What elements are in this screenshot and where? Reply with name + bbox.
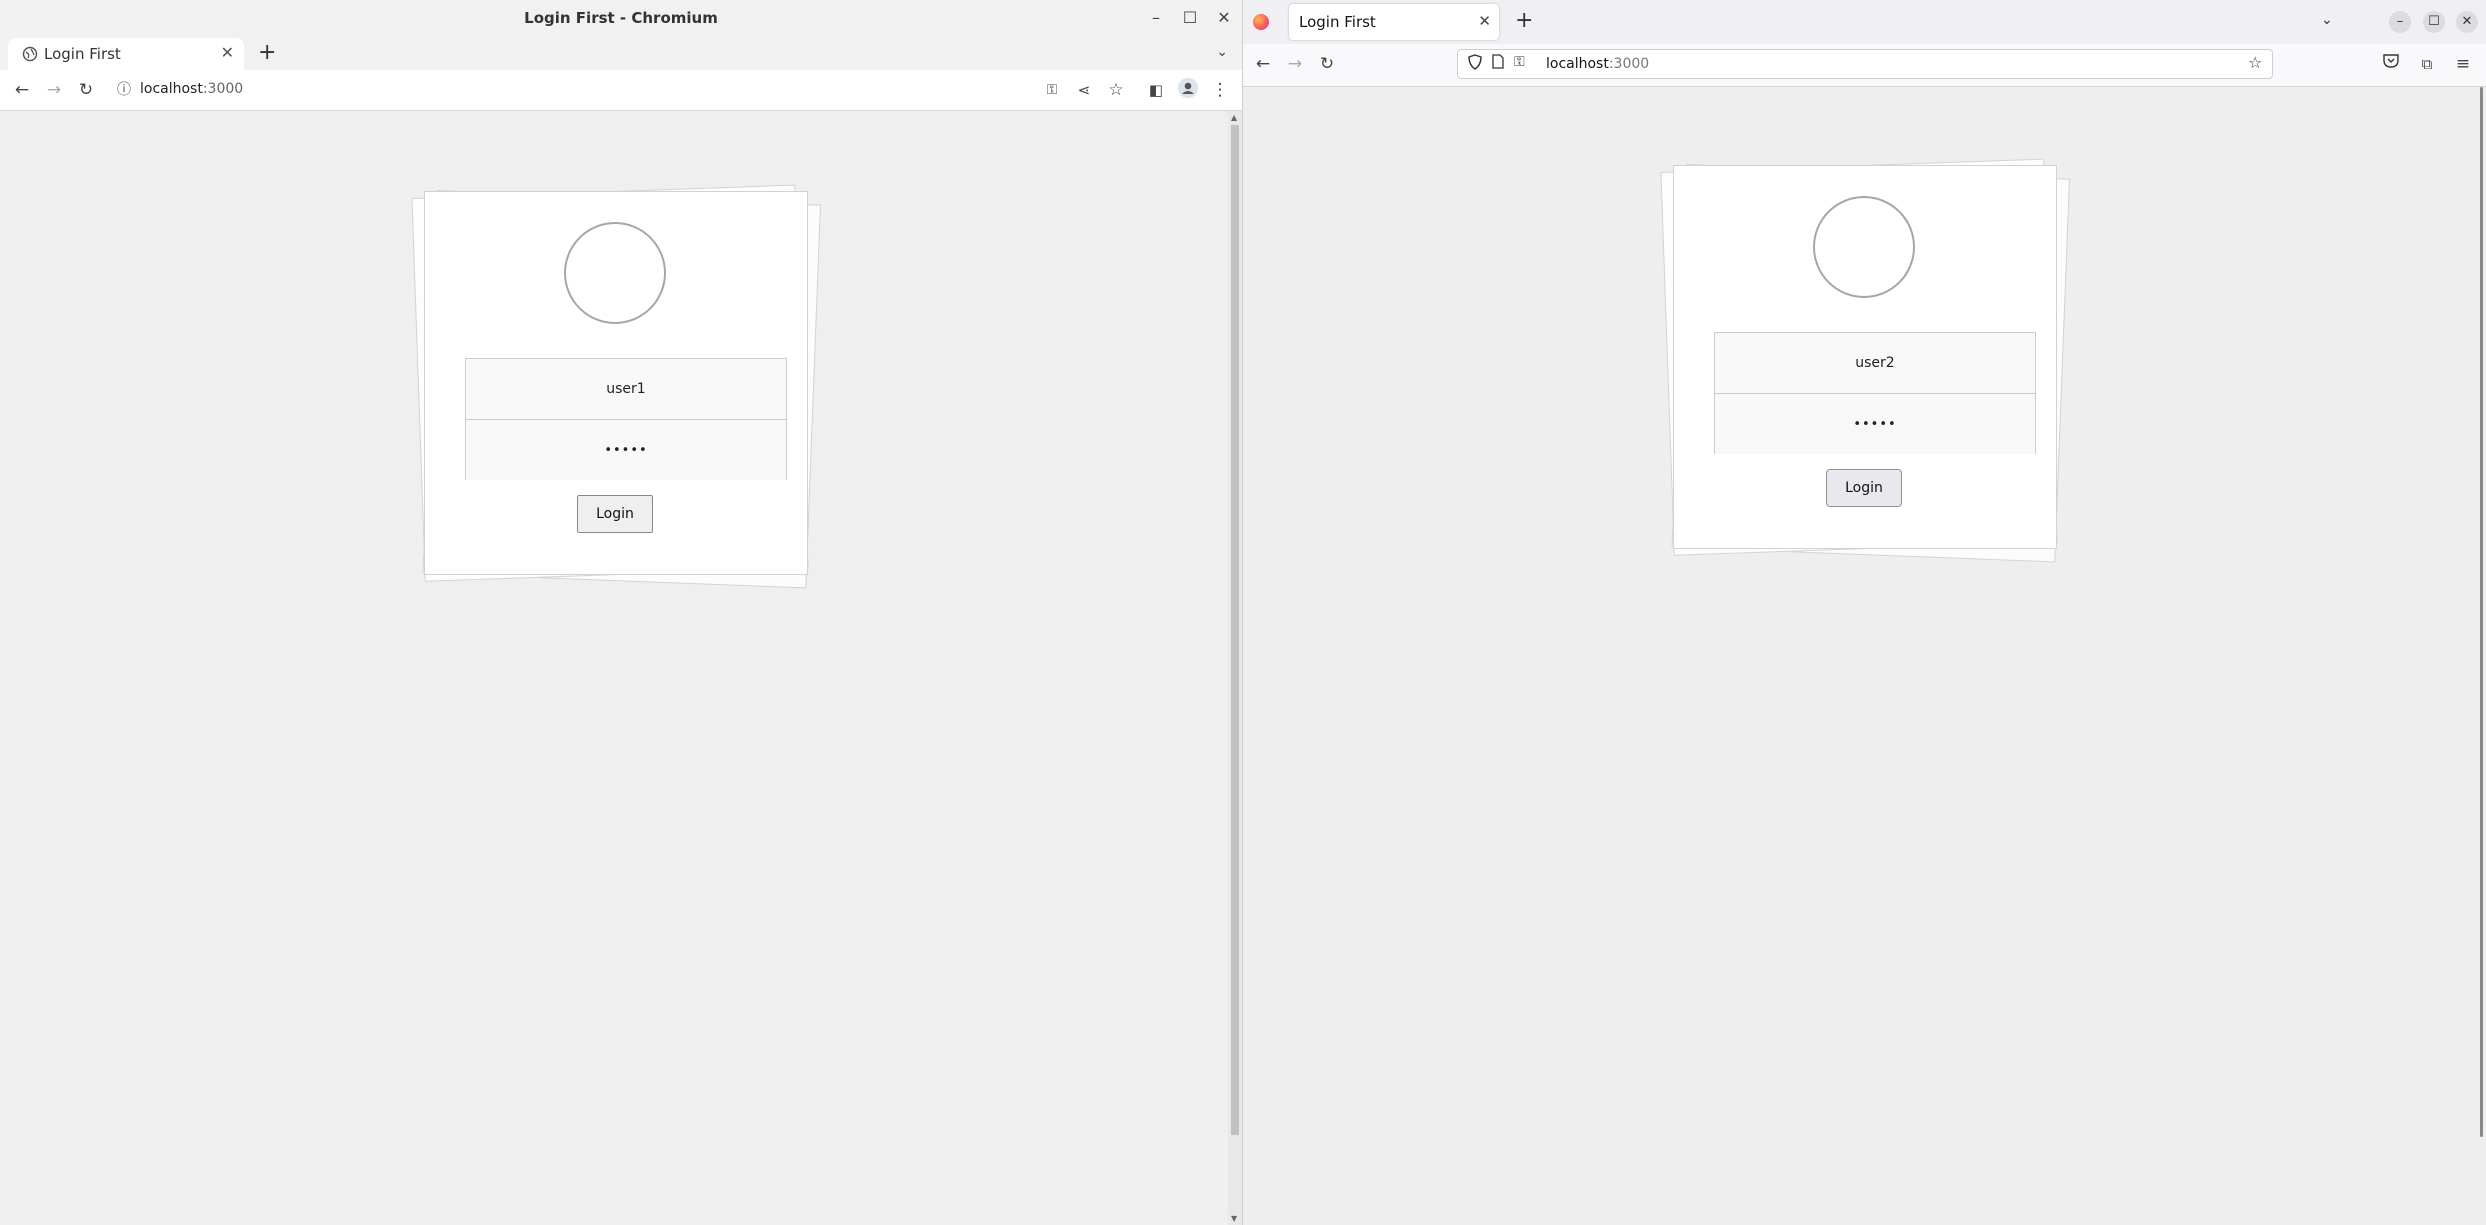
new-tab-icon[interactable]: + xyxy=(258,40,276,65)
chromium-window: Login First - Chromium – ☐ ✕ Login First… xyxy=(0,0,1242,1225)
avatar-circle xyxy=(1813,196,1915,298)
extensions-puzzle-icon[interactable]: ⧉ xyxy=(2415,52,2439,76)
chromium-tab-strip: Login First ✕ xyxy=(0,36,1242,70)
pocket-icon[interactable] xyxy=(2379,52,2403,76)
menu-kebab-icon[interactable]: ⋮ xyxy=(1208,78,1232,102)
url-host: localhost xyxy=(1546,56,1609,72)
firefox-toolbar: ← → ↻ ⚿ localhost:3000 ☆ ⧉ ≡ xyxy=(1243,44,2486,87)
tab-close-icon[interactable]: ✕ xyxy=(221,43,234,62)
key-icon[interactable]: ⚿ xyxy=(1040,78,1064,102)
username-input[interactable] xyxy=(466,359,786,420)
chromium-scrollbar[interactable]: ▲ ▼ xyxy=(1228,111,1242,1225)
tab-label: Login First xyxy=(44,45,121,63)
credentials-fieldset xyxy=(1714,332,2036,454)
credentials-fieldset xyxy=(465,358,787,480)
password-input[interactable] xyxy=(466,420,786,480)
url-port: :3000 xyxy=(1608,56,1650,72)
scrollbar-thumb[interactable] xyxy=(2480,87,2483,1137)
card-front: Login xyxy=(1673,165,2057,549)
window-title: Login First - Chromium xyxy=(524,9,718,27)
tab-label: Login First xyxy=(1299,13,1376,31)
forward-icon[interactable]: → xyxy=(1283,52,1307,76)
back-icon[interactable]: ← xyxy=(10,78,34,102)
reload-icon[interactable]: ↻ xyxy=(74,78,98,102)
tab-search-chevron-icon[interactable]: ⌄ xyxy=(1216,44,1228,60)
avatar-circle xyxy=(564,222,666,324)
maximize-icon[interactable]: ☐ xyxy=(2423,11,2445,33)
globe-icon xyxy=(22,46,38,62)
profile-avatar-icon[interactable] xyxy=(1176,78,1200,102)
tab-login-first[interactable]: Login First ✕ xyxy=(8,38,244,70)
login-button[interactable]: Login xyxy=(1826,469,1902,507)
card-front: Login xyxy=(424,191,808,575)
password-input[interactable] xyxy=(1715,394,2035,454)
minimize-icon[interactable]: – xyxy=(1144,6,1168,30)
side-panel-icon[interactable]: ◧ xyxy=(1144,78,1168,102)
hamburger-menu-icon[interactable]: ≡ xyxy=(2451,52,2475,76)
login-card: Login xyxy=(1660,158,2070,563)
forward-icon[interactable]: → xyxy=(42,78,66,102)
firefox-logo-icon xyxy=(1253,14,1269,30)
scroll-up-arrow-icon[interactable]: ▲ xyxy=(1231,113,1237,122)
key-icon[interactable]: ⚿ xyxy=(1514,54,1525,70)
site-info-icon[interactable]: ⓘ xyxy=(112,78,136,102)
maximize-icon[interactable]: ☐ xyxy=(1178,6,1202,30)
page-icon[interactable] xyxy=(1492,54,1504,73)
chromium-page-content: Login xyxy=(0,111,1228,1225)
firefox-scrollbar[interactable] xyxy=(2478,87,2486,1137)
bookmark-star-icon[interactable]: ☆ xyxy=(2248,53,2262,72)
url-port: :3000 xyxy=(202,81,244,97)
scroll-down-arrow-icon[interactable]: ▼ xyxy=(1231,1214,1237,1223)
url-text: localhost:3000 xyxy=(1546,56,1649,72)
address-bar[interactable]: localhost:3000 xyxy=(140,81,243,97)
share-icon[interactable]: ⋖ xyxy=(1072,78,1096,102)
back-icon[interactable]: ← xyxy=(1251,52,1275,76)
firefox-window: Login First ✕ + ⌄ – ☐ ✕ ← → ↻ ⚿ localhos… xyxy=(1242,0,2486,1225)
bookmark-star-icon[interactable]: ☆ xyxy=(1104,78,1128,102)
tab-close-icon[interactable]: ✕ xyxy=(1478,12,1491,30)
close-icon[interactable]: ✕ xyxy=(2456,11,2478,33)
chromium-title-bar: Login First - Chromium – ☐ ✕ xyxy=(0,0,1242,36)
scrollbar-thumb[interactable] xyxy=(1231,125,1239,1135)
firefox-page-content: Login xyxy=(1243,87,2486,1225)
address-bar[interactable]: ⚿ localhost:3000 ☆ xyxy=(1457,49,2273,79)
login-button[interactable]: Login xyxy=(577,495,653,533)
username-input[interactable] xyxy=(1715,333,2035,394)
login-card: Login xyxy=(411,184,821,589)
firefox-tab-bar: Login First ✕ + ⌄ – ☐ ✕ xyxy=(1243,0,2486,44)
tracking-shield-icon[interactable] xyxy=(1468,54,1482,74)
chromium-toolbar: ← → ↻ ⓘ localhost:3000 ⚿ ⋖ ☆ ◧ ⋮ xyxy=(0,70,1242,111)
new-tab-icon[interactable]: + xyxy=(1515,8,1533,33)
tab-login-first[interactable]: Login First ✕ xyxy=(1289,4,1499,40)
list-all-tabs-chevron-icon[interactable]: ⌄ xyxy=(2321,12,2333,28)
close-icon[interactable]: ✕ xyxy=(1212,6,1236,30)
minimize-icon[interactable]: – xyxy=(2389,11,2411,33)
url-host: localhost xyxy=(140,81,203,97)
reload-icon[interactable]: ↻ xyxy=(1315,52,1339,76)
